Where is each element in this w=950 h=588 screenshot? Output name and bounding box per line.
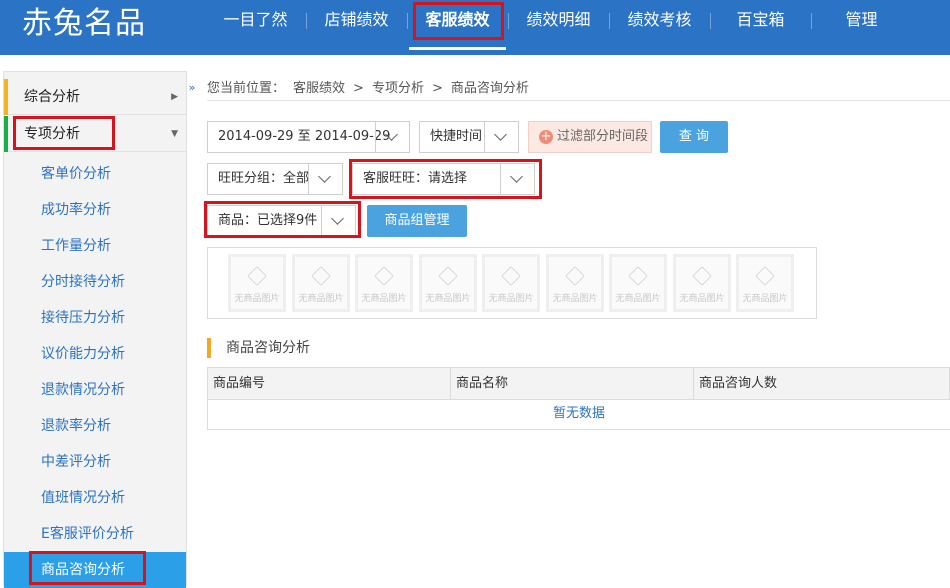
no-image-caption: 无商品图片 <box>298 294 344 304</box>
nav-item-manage[interactable]: 管理 <box>811 0 912 40</box>
sidebar-item-duty[interactable]: 值班情况分析 <box>4 480 186 516</box>
wangwang-group-select[interactable]: 旺旺分组：全部 <box>207 163 343 195</box>
no-image-caption: 无商品图片 <box>488 294 534 304</box>
product-thumbnail[interactable]: 无商品图片 <box>736 254 794 312</box>
section-title: 商品咨询分析 <box>207 338 310 358</box>
chevron-down-icon <box>484 122 518 152</box>
sidebar-item-avg-order[interactable]: 客单价分析 <box>4 156 186 192</box>
breadcrumb-separator: > <box>431 81 443 96</box>
group-accent-bar <box>4 79 8 115</box>
table-header: 商品编号 商品名称 商品咨询人数 <box>208 368 950 400</box>
breadcrumb-prefix: 您当前位置： <box>207 81 286 96</box>
breadcrumb-item[interactable]: 专项分析 <box>372 81 424 96</box>
sidebar-item-bargaining[interactable]: 议价能力分析 <box>4 336 186 372</box>
no-image-caption: 无商品图片 <box>361 294 407 304</box>
wangwang-group-value: 旺旺分组：全部 <box>218 171 310 186</box>
sidebar-item-hourly-reception[interactable]: 分时接待分析 <box>4 264 186 300</box>
cs-wangwang-value: 客服旺旺：请选择 <box>363 171 468 186</box>
product-thumbnail[interactable]: 无商品图片 <box>482 254 540 312</box>
nav-item-cs-performance[interactable]: 客服绩效 <box>407 0 508 50</box>
sidebar-group-special-analysis[interactable]: 专项分析 ▼ <box>4 116 186 152</box>
app-logo[interactable]: 赤兔名品 <box>22 4 146 44</box>
tag-icon <box>438 266 458 286</box>
product-inquiry-table: 商品编号 商品名称 商品咨询人数 暂无数据 <box>207 367 950 430</box>
chevron-down-icon: ▼ <box>171 129 178 139</box>
product-group-manage-button[interactable]: 商品组管理 <box>367 205 467 237</box>
no-image-caption: 无商品图片 <box>742 294 788 304</box>
query-button[interactable]: 查 询 <box>660 121 728 153</box>
nav-item-performance-detail[interactable]: 绩效明细 <box>508 0 609 40</box>
no-image-caption: 无商品图片 <box>679 294 725 304</box>
product-thumbnail[interactable]: 无商品图片 <box>292 254 350 312</box>
sidebar-item-reception-pressure[interactable]: 接待压力分析 <box>4 300 186 336</box>
no-image-caption: 无商品图片 <box>425 294 471 304</box>
sidebar-item-product-inquiry[interactable]: 商品咨询分析 <box>4 552 186 588</box>
product-thumbnail[interactable]: 无商品图片 <box>419 254 477 312</box>
no-image-caption: 无商品图片 <box>615 294 661 304</box>
cs-wangwang-select[interactable]: 客服旺旺：请选择 <box>352 163 535 195</box>
collapse-sidebar-icon[interactable]: » <box>186 80 198 96</box>
main-nav: 一目了然 店铺绩效 客服绩效 绩效明细 绩效考核 百宝箱 管理 <box>205 0 912 55</box>
tag-icon <box>628 266 648 286</box>
sidebar-item-success-rate[interactable]: 成功率分析 <box>4 192 186 228</box>
chevron-down-icon <box>375 122 409 152</box>
column-header-inquiry-count[interactable]: 商品咨询人数 <box>694 368 950 399</box>
tag-icon <box>501 266 521 286</box>
nav-item-overview[interactable]: 一目了然 <box>205 0 306 40</box>
product-thumbnail[interactable]: 无商品图片 <box>228 254 286 312</box>
column-header-product-name[interactable]: 商品名称 <box>451 368 694 399</box>
product-thumbnail-strip: 无商品图片 无商品图片 无商品图片 无商品图片 无商品图片 无商品图片 无商品图… <box>207 247 817 319</box>
breadcrumb-separator: > <box>353 81 364 96</box>
plus-icon: + <box>539 129 553 144</box>
date-range-select[interactable]: 2014-09-29 至 2014-09-29 <box>207 121 410 153</box>
no-image-caption: 无商品图片 <box>234 294 280 304</box>
product-thumbnail[interactable]: 无商品图片 <box>673 254 731 312</box>
chevron-down-icon <box>321 206 355 236</box>
sidebar-item-refund-status[interactable]: 退款情况分析 <box>4 372 186 408</box>
nav-item-toolbox[interactable]: 百宝箱 <box>710 0 811 40</box>
tag-icon <box>247 266 267 286</box>
no-image-caption: 无商品图片 <box>552 294 598 304</box>
divider <box>207 100 950 101</box>
sidebar-item-refund-rate[interactable]: 退款率分析 <box>4 408 186 444</box>
chevron-down-icon <box>500 164 534 194</box>
quick-time-value: 快捷时间 <box>430 129 483 144</box>
top-navigation-bar: 赤兔名品 一目了然 店铺绩效 客服绩效 绩效明细 绩效考核 百宝箱 管理 <box>0 0 950 55</box>
column-header-product-id[interactable]: 商品编号 <box>208 368 451 399</box>
product-thumbnail[interactable]: 无商品图片 <box>355 254 413 312</box>
tag-icon <box>311 266 331 286</box>
breadcrumb-item[interactable]: 客服绩效 <box>293 81 345 96</box>
filter-time-range-button[interactable]: + 过滤部分时间段 <box>528 121 652 153</box>
product-thumbnail[interactable]: 无商品图片 <box>546 254 604 312</box>
quick-time-select[interactable]: 快捷时间 <box>419 121 519 153</box>
tag-icon <box>692 266 712 286</box>
tag-icon <box>565 266 585 286</box>
sidebar-group-label: 综合分析 <box>24 89 80 105</box>
breadcrumb: 您当前位置： 客服绩效 > 专项分析 > 商品咨询分析 <box>207 77 537 96</box>
chevron-down-icon <box>308 164 342 194</box>
product-thumbnail[interactable]: 无商品图片 <box>609 254 667 312</box>
chevron-right-icon: ▶ <box>171 92 178 102</box>
date-range-value: 2014-09-29 至 2014-09-29 <box>218 129 391 144</box>
tag-icon <box>755 266 775 286</box>
sidebar-group-overall-analysis[interactable]: 综合分析 ▶ <box>4 79 186 115</box>
nav-item-store-performance[interactable]: 店铺绩效 <box>306 0 407 40</box>
filter-time-range-label: 过滤部分时间段 <box>557 129 649 144</box>
sidebar: 综合分析 ▶ 专项分析 ▼ 客单价分析 成功率分析 工作量分析 分时接待分析 接… <box>3 71 187 588</box>
breadcrumb-item-current: 商品咨询分析 <box>450 81 529 96</box>
product-select[interactable]: 商品：已选择9件 <box>207 205 356 237</box>
product-select-value: 商品：已选择9件 <box>218 213 318 228</box>
nav-item-performance-review[interactable]: 绩效考核 <box>609 0 710 40</box>
sidebar-item-e-service-review[interactable]: E客服评价分析 <box>4 516 186 552</box>
sidebar-item-negative-review[interactable]: 中差评分析 <box>4 444 186 480</box>
table-empty-message: 暂无数据 <box>208 400 950 430</box>
sidebar-item-workload[interactable]: 工作量分析 <box>4 228 186 264</box>
sidebar-group-label: 专项分析 <box>24 126 80 142</box>
group-accent-bar <box>4 116 8 152</box>
tag-icon <box>374 266 394 286</box>
